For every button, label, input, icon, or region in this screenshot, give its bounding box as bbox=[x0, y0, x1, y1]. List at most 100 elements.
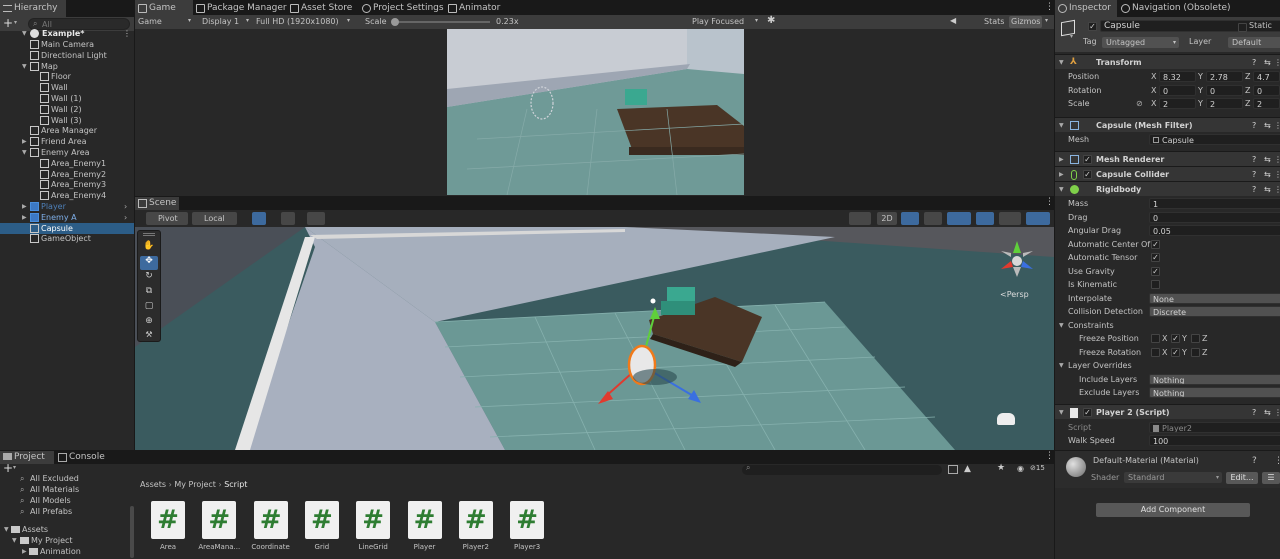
freeze-rotation-z-checkbox[interactable] bbox=[1191, 348, 1200, 357]
tab-navigation[interactable]: Navigation (Obsolete) bbox=[1118, 0, 1278, 17]
play-focused-dropdown[interactable]: Play Focused bbox=[692, 16, 744, 28]
breadcrumb-assets[interactable]: Assets bbox=[140, 480, 166, 489]
hierarchy-row[interactable]: ▶ Player › bbox=[0, 201, 134, 212]
csharp-script-icon[interactable]: # bbox=[253, 501, 288, 539]
foldout-open-icon[interactable]: ▼ bbox=[1059, 182, 1064, 197]
help-icon[interactable]: ? bbox=[1252, 167, 1256, 182]
presets-icon[interactable]: ⇆ bbox=[1264, 405, 1271, 420]
hierarchy-row[interactable]: ▼ Enemy Area bbox=[0, 147, 134, 158]
scale-slider[interactable] bbox=[391, 18, 490, 26]
scene-root-row[interactable]: ▼ Example* ⋮ bbox=[0, 28, 134, 39]
active-checkbox[interactable]: ✓ bbox=[1088, 22, 1097, 31]
move-tool-icon[interactable]: ✥ bbox=[140, 256, 158, 270]
chevron-down-icon[interactable]: ▾ bbox=[1070, 33, 1073, 40]
folder-tree-scrollbar[interactable] bbox=[130, 506, 134, 558]
transform-rotation-y-field[interactable]: 0 bbox=[1206, 84, 1243, 96]
rigidbody-field[interactable]: 1 bbox=[1149, 198, 1280, 209]
transform-scale-x-field[interactable]: 2 bbox=[1159, 98, 1196, 109]
foldout-closed-icon[interactable]: ▶ bbox=[22, 546, 27, 557]
foldout-open-icon[interactable]: ▼ bbox=[1059, 55, 1064, 70]
resolution-dropdown[interactable]: Full HD (1920x1080) bbox=[256, 16, 339, 28]
presets-icon[interactable]: ⇆ bbox=[1264, 167, 1271, 182]
hierarchy-row[interactable]: ▼ Map bbox=[0, 61, 134, 72]
hierarchy-row[interactable]: Area Manager bbox=[0, 125, 134, 136]
chevron-right-icon[interactable]: › bbox=[124, 212, 127, 223]
foldout-closed-icon[interactable]: ▶ bbox=[1059, 167, 1064, 182]
static-checkbox[interactable] bbox=[1238, 23, 1247, 32]
breadcrumb-my-project[interactable]: My Project bbox=[174, 480, 216, 489]
kebab-menu-icon[interactable]: ⋮ bbox=[1274, 405, 1280, 420]
script-enabled-checkbox[interactable]: ✓ bbox=[1083, 408, 1092, 417]
favorite-item[interactable]: ⌕ All Prefabs bbox=[0, 506, 134, 517]
constraints-row[interactable]: ▼ Constraints bbox=[1055, 319, 1280, 332]
gizmos-toggle-icon[interactable] bbox=[1026, 212, 1050, 225]
perspective-label[interactable]: <Persp bbox=[1000, 290, 1029, 299]
add-component-button[interactable]: Add Component bbox=[1096, 503, 1250, 517]
grid-snap-icon[interactable] bbox=[252, 212, 266, 225]
tab-inspector[interactable]: Inspector bbox=[1055, 0, 1117, 17]
kebab-menu-icon[interactable]: ⋮ bbox=[1274, 55, 1280, 70]
shader-dropdown[interactable]: Standard ▾ bbox=[1124, 472, 1222, 483]
transform-position-y-field[interactable]: 2.78 bbox=[1206, 71, 1243, 82]
hierarchy-row[interactable]: ▶ Enemy A › bbox=[0, 212, 134, 223]
rect-tool-icon[interactable]: ▢ bbox=[140, 301, 158, 315]
edit-shader-button[interactable]: Edit... bbox=[1226, 472, 1258, 484]
custom-tool-icon[interactable]: ⚒ bbox=[140, 330, 158, 342]
animation-folder-row[interactable]: ▶ Animation bbox=[0, 546, 130, 557]
favorite-item[interactable]: ⌕ All Excluded bbox=[0, 473, 134, 484]
transform-position-x-field[interactable]: 8.32 bbox=[1159, 71, 1196, 82]
project-search-input[interactable]: ⌕ bbox=[742, 463, 942, 475]
layer-dropdown[interactable]: Default bbox=[1228, 37, 1280, 48]
freeze-position-y-checkbox[interactable]: ✓ bbox=[1171, 334, 1180, 343]
kebab-menu-icon[interactable]: ⋮ bbox=[1045, 451, 1054, 461]
transform-tool-icon[interactable]: ⊕ bbox=[140, 316, 158, 330]
capsule-collider-enabled-checkbox[interactable]: ✓ bbox=[1083, 170, 1092, 179]
tab-hierarchy[interactable]: Hierarchy bbox=[0, 0, 66, 17]
mesh-renderer-enabled-checkbox[interactable]: ✓ bbox=[1083, 155, 1092, 164]
csharp-script-icon[interactable]: # bbox=[458, 501, 493, 539]
player2-script-header[interactable]: ▼ ✓ Player 2 (Script) ? ⇆ ⋮ bbox=[1055, 404, 1280, 419]
gizmos-button[interactable]: Gizmos bbox=[1009, 16, 1043, 28]
shader-options-button[interactable]: ☰ bbox=[1262, 472, 1280, 484]
hierarchy-row[interactable]: Directional Light bbox=[0, 50, 134, 61]
foldout-closed-icon[interactable]: ▶ bbox=[22, 201, 27, 212]
foldout-closed-icon[interactable]: ▶ bbox=[1059, 152, 1064, 167]
speaker-icon[interactable]: ◀ bbox=[950, 16, 956, 25]
tab-scene[interactable]: Scene bbox=[135, 197, 179, 210]
constrain-proportions-icon[interactable]: ⊘ bbox=[1136, 97, 1143, 110]
foldout-open-icon[interactable]: ▼ bbox=[1059, 319, 1064, 332]
freeze-position-z-checkbox[interactable] bbox=[1191, 334, 1200, 343]
layer-overrides-row[interactable]: ▼ Layer Overrides bbox=[1055, 359, 1280, 372]
transform-scale-y-field[interactable]: 2 bbox=[1206, 98, 1243, 109]
csharp-script-icon[interactable]: # bbox=[407, 501, 442, 539]
tag-dropdown[interactable]: Untagged ▾ bbox=[1102, 37, 1179, 48]
chevron-right-icon[interactable]: › bbox=[124, 201, 127, 212]
dropdown-arrow-icon[interactable]: ▾ bbox=[14, 19, 17, 26]
overlay-menu-icon[interactable] bbox=[997, 413, 1015, 425]
hierarchy-row[interactable]: Area_Enemy1 bbox=[0, 158, 134, 169]
csharp-script-icon[interactable]: # bbox=[202, 501, 237, 539]
pivot-dropdown[interactable]: Pivot bbox=[146, 212, 188, 225]
transform-header[interactable]: ▼ ⅄ Transform ? ⇆ ⋮ bbox=[1055, 54, 1280, 69]
hierarchy-row[interactable]: Wall (3) bbox=[0, 115, 134, 126]
help-icon[interactable]: ? bbox=[1252, 456, 1257, 466]
stats-button[interactable]: Stats bbox=[984, 16, 1004, 28]
hierarchy-row[interactable]: Wall bbox=[0, 82, 134, 93]
hierarchy-row[interactable]: Capsule bbox=[0, 222, 134, 234]
rigidbody-checkbox[interactable]: ✓ bbox=[1151, 253, 1160, 262]
transform-rotation-z-field[interactable]: 0 bbox=[1253, 84, 1280, 96]
hierarchy-row[interactable]: Main Camera bbox=[0, 39, 134, 50]
kebab-menu-icon[interactable]: ⋮ bbox=[1274, 456, 1280, 466]
scene-view[interactable]: ✋ ✥ ↻ ⧉ ▢ ⊕ ⚒ <Persp bbox=[135, 227, 1054, 450]
foldout-open-icon[interactable]: ▼ bbox=[12, 535, 17, 546]
rigidbody-dropdown[interactable]: None bbox=[1149, 292, 1280, 304]
capsule-collider-header[interactable]: ▶ ✓ Capsule Collider ? ⇆ ⋮ bbox=[1055, 166, 1280, 181]
help-icon[interactable]: ? bbox=[1252, 118, 1256, 133]
foldout-closed-icon[interactable]: ▶ bbox=[22, 212, 27, 223]
scene-visibility-icon[interactable] bbox=[976, 212, 994, 225]
rigidbody-dropdown[interactable]: Discrete bbox=[1149, 306, 1280, 317]
hierarchy-row[interactable]: Area_Enemy4 bbox=[0, 190, 134, 201]
orientation-gizmo[interactable] bbox=[997, 239, 1037, 279]
hierarchy-row[interactable]: Wall (2) bbox=[0, 104, 134, 115]
scale-tool-icon[interactable]: ⧉ bbox=[140, 286, 158, 300]
